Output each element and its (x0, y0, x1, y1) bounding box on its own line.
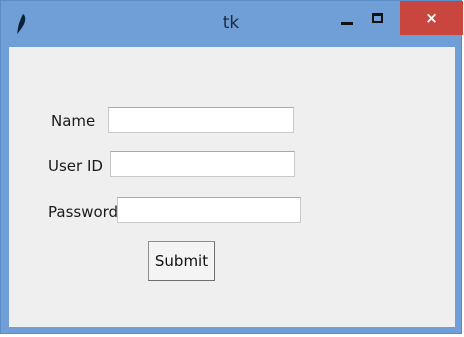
user-id-label: User ID (48, 157, 103, 175)
title-bar[interactable]: tk × (1, 1, 463, 47)
maximize-icon (371, 13, 383, 23)
submit-button[interactable]: Submit (148, 241, 215, 281)
form-area: Name User ID Password Submit (9, 47, 455, 327)
user-id-field[interactable] (110, 151, 295, 177)
close-icon: × (425, 8, 438, 27)
tk-window: tk × Name User ID Password Submit (0, 0, 463, 334)
minimize-icon (341, 21, 353, 25)
maximize-button[interactable] (357, 1, 397, 35)
name-label: Name (51, 112, 96, 130)
name-field[interactable] (108, 107, 294, 133)
password-label: Password (48, 203, 119, 221)
password-field[interactable] (117, 197, 301, 223)
close-button[interactable]: × (400, 1, 463, 35)
